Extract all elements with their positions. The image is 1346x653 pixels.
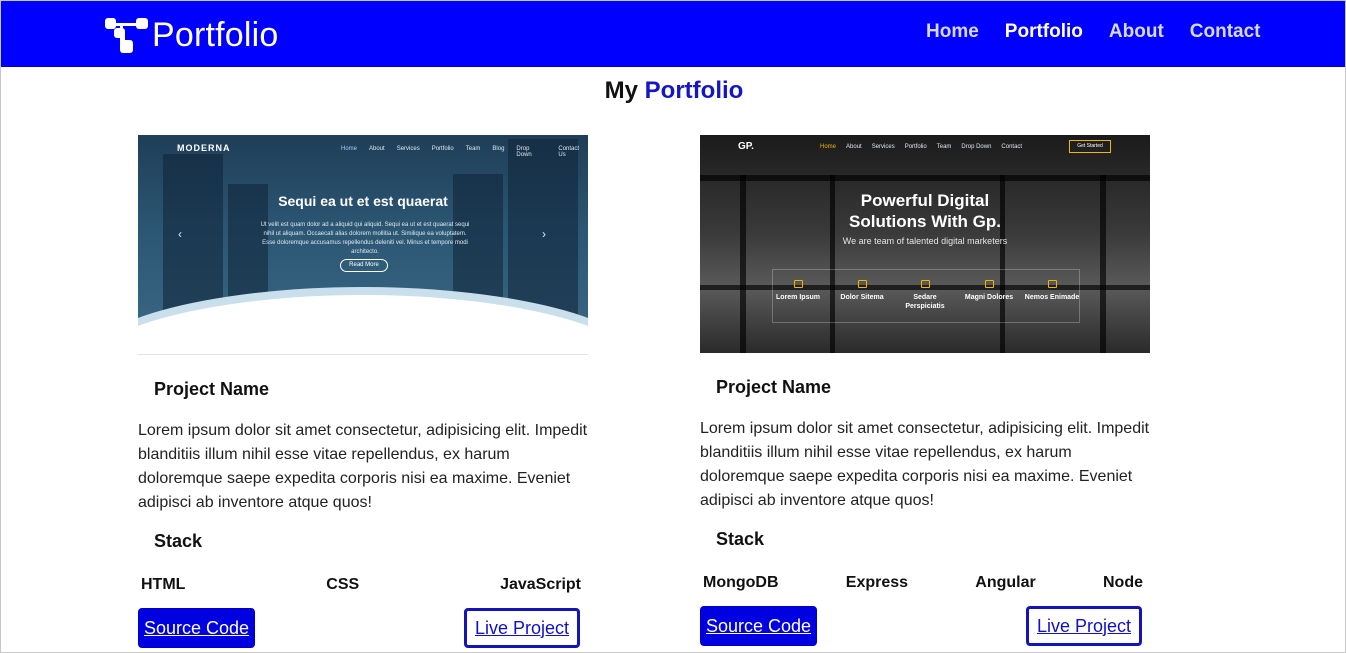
main-nav: Home Portfolio About Contact bbox=[926, 21, 1287, 43]
stack-heading: Stack bbox=[716, 529, 765, 549]
preview-menu-item: Services bbox=[396, 146, 420, 152]
feature-icon bbox=[984, 280, 994, 288]
feature-label: Dolor Sitema bbox=[840, 294, 884, 301]
page-title: My Portfolio bbox=[1, 77, 1345, 105]
stack-item: Express bbox=[845, 574, 909, 591]
preview-feature: Sedare Perspiciatis bbox=[894, 280, 956, 311]
project-preview-image[interactable]: MODERNA Home About Services Portfolio Te… bbox=[138, 135, 588, 355]
preview-menu-item: Portfolio bbox=[431, 146, 454, 152]
navbar: Portfolio Home Portfolio About Contact bbox=[1, 1, 1345, 67]
preview-menu-item: Services bbox=[871, 144, 895, 150]
live-project-button[interactable]: Live Project bbox=[464, 608, 580, 648]
source-code-button[interactable]: Source Code bbox=[138, 608, 255, 648]
preview-brand: GP. bbox=[738, 141, 754, 152]
preview-brand: MODERNA bbox=[177, 143, 231, 153]
feature-icon bbox=[920, 280, 930, 288]
stack-item: MongoDB bbox=[703, 574, 779, 591]
preview-hero-line-1: Powerful Digital bbox=[860, 191, 990, 210]
project-card-1: MODERNA Home About Services Portfolio Te… bbox=[138, 135, 588, 648]
project-name: Project Name bbox=[154, 379, 270, 399]
feature-label: Lorem Ipsum bbox=[776, 294, 820, 301]
preview-menu-item: Drop Down bbox=[961, 144, 992, 150]
preview-menu-item: Team bbox=[465, 146, 481, 152]
preview-hero-title: Sequi ea ut et est quaerat bbox=[278, 193, 448, 209]
source-code-button[interactable]: Source Code bbox=[700, 606, 817, 646]
preview-menu-item: Contact Us bbox=[558, 146, 580, 158]
stack-item: Angular bbox=[975, 574, 1036, 591]
nav-link-portfolio[interactable]: Portfolio bbox=[1005, 21, 1083, 43]
preview-feature: Dolor Sitema bbox=[831, 280, 893, 302]
logo-icon bbox=[104, 15, 150, 55]
preview-menu-item: Home bbox=[341, 146, 358, 152]
feature-label: Nemos Enimade bbox=[1024, 294, 1080, 301]
preview-hero-sub: We are team of talented digital marketer… bbox=[842, 236, 1008, 246]
stack-list: MongoDB Express Angular Node bbox=[703, 574, 1143, 592]
preview-feature: Nemos Enimade bbox=[1021, 280, 1083, 302]
stack-heading: Stack bbox=[154, 531, 203, 551]
preview-feature: Magni Dolores bbox=[958, 280, 1020, 302]
carousel-prev-icon: ‹ bbox=[178, 227, 182, 241]
project-description: Lorem ipsum dolor sit amet consectetur, … bbox=[138, 422, 588, 511]
project-name: Project Name bbox=[716, 377, 832, 397]
nav-link-home[interactable]: Home bbox=[926, 21, 979, 43]
project-description: Lorem ipsum dolor sit amet consectetur, … bbox=[700, 420, 1150, 509]
page-title-prefix: My bbox=[604, 77, 638, 104]
preview-menu-item: About bbox=[369, 146, 385, 152]
brand-name: Portfolio bbox=[152, 15, 279, 54]
preview-hero-line-2: Solutions With Gp. bbox=[849, 212, 1001, 231]
preview-menu-item: Blog bbox=[492, 146, 505, 152]
preview-menu-item: Team bbox=[936, 144, 952, 150]
nav-link-about[interactable]: About bbox=[1109, 21, 1164, 43]
preview-menu: Home About Services Portfolio Team Drop … bbox=[820, 144, 1022, 150]
feature-icon bbox=[1047, 280, 1057, 288]
feature-label: Magni Dolores bbox=[964, 294, 1014, 301]
brand[interactable]: Portfolio bbox=[104, 13, 279, 57]
nav-link-contact[interactable]: Contact bbox=[1190, 21, 1261, 43]
stack-item: JavaScript bbox=[500, 576, 581, 593]
preview-menu-item: About bbox=[846, 144, 862, 150]
preview-hero-text: Ut velit est quam dolor ad a aliquid qui… bbox=[260, 222, 470, 255]
preview-cta: Get Started bbox=[1069, 140, 1111, 153]
stack-item: CSS bbox=[326, 576, 360, 593]
preview-feature: Lorem Ipsum bbox=[767, 280, 829, 302]
page-title-accent: Portfolio bbox=[644, 77, 744, 104]
stack-item: HTML bbox=[141, 576, 186, 593]
project-preview-image[interactable]: GP. Home About Services Portfolio Team D… bbox=[700, 135, 1150, 353]
preview-menu-item: Home bbox=[820, 144, 837, 150]
project-card-2: GP. Home About Services Portfolio Team D… bbox=[700, 135, 1150, 646]
live-project-button[interactable]: Live Project bbox=[1026, 606, 1142, 646]
feature-icon bbox=[857, 280, 867, 288]
browser-viewport: Portfolio Home Portfolio About Contact M… bbox=[0, 0, 1346, 653]
feature-icon bbox=[793, 280, 803, 288]
preview-menu-item: Contact bbox=[1001, 144, 1023, 150]
preview-menu: Home About Services Portfolio Team Blog … bbox=[341, 146, 588, 158]
preview-read-more: Read More bbox=[340, 259, 388, 272]
stack-list: HTML CSS JavaScript bbox=[141, 576, 581, 594]
feature-label: Sedare Perspiciatis bbox=[905, 294, 945, 310]
preview-menu-item: Portfolio bbox=[904, 144, 927, 150]
stack-item: Node bbox=[1103, 574, 1143, 591]
preview-menu-item: Drop Down bbox=[516, 146, 532, 158]
carousel-next-icon: › bbox=[542, 227, 546, 241]
